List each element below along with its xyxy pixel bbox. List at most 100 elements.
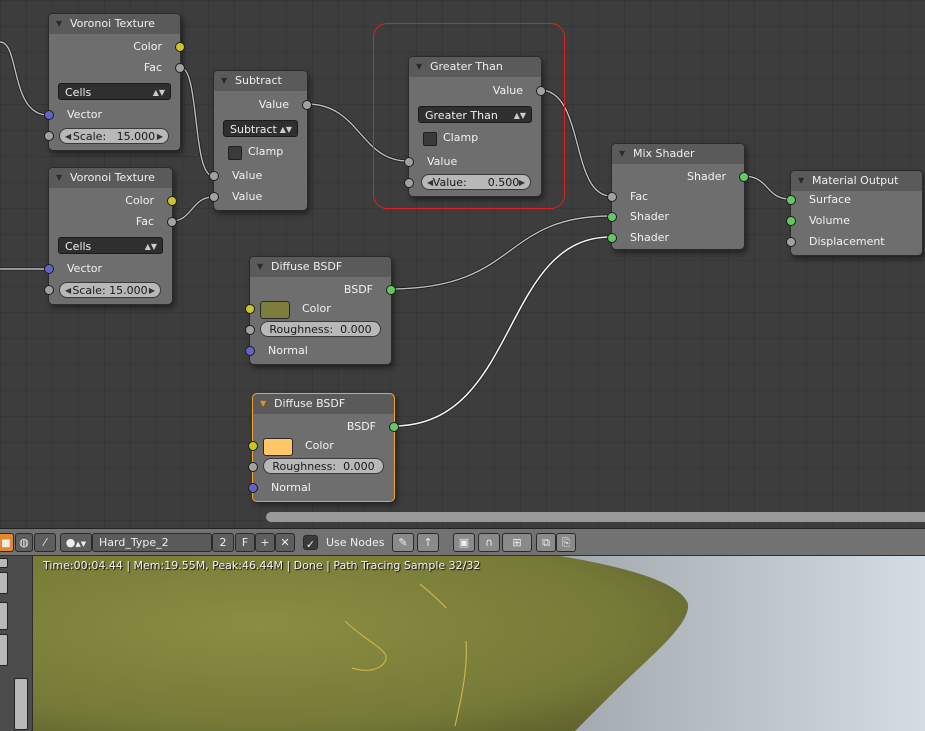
socket-color-output[interactable]	[175, 42, 185, 52]
increment-arrow-icon[interactable]: ▶	[157, 129, 163, 145]
socket-fac-input[interactable]	[607, 192, 617, 202]
dropdown-value: Subtract	[230, 123, 277, 136]
node-voronoi-texture-2[interactable]: ▼ Voronoi Texture Color Fac Cells ▲▼ Vecto…	[44, 167, 177, 305]
snap-button[interactable]: ⊞	[502, 533, 532, 552]
roughness-field[interactable]: Roughness: 0.000	[263, 458, 384, 474]
node-header[interactable]: ▼ Material Output	[791, 171, 922, 191]
socket-volume-input[interactable]	[786, 216, 796, 226]
user-count-button[interactable]: 2	[212, 533, 234, 552]
node-editor[interactable]: ▼ Voronoi Texture Color Fac Cells ▲▼ Vecto…	[0, 0, 925, 528]
collapse-triangle-icon[interactable]: ▼	[257, 257, 263, 277]
node-title: Mix Shader	[633, 147, 695, 160]
use-nodes-checkbox[interactable]: ✓	[303, 535, 318, 551]
socket-shader-output[interactable]	[739, 172, 749, 182]
node-mix-shader[interactable]: ▼ Mix Shader Shader Fac Shader Shader	[607, 143, 749, 250]
new-material-button[interactable]: +	[255, 533, 275, 552]
horizontal-scrollbar[interactable]	[266, 512, 925, 522]
socket-color-input[interactable]	[248, 441, 258, 451]
socket-label-value: Value	[232, 190, 263, 203]
socket-fac-output[interactable]	[175, 63, 185, 73]
collapse-triangle-icon[interactable]: ▼	[56, 168, 62, 188]
socket-vector-input[interactable]	[44, 264, 54, 274]
material-name-field[interactable]: Hard_Type_2	[92, 533, 212, 552]
node-voronoi-texture-1[interactable]: ▼ Voronoi Texture Color Fac Cells ▲▼ Vecto…	[44, 13, 185, 151]
roughness-field[interactable]: Roughness: 0.000	[260, 321, 381, 337]
node-diffuse-bsdf-2[interactable]: ▼ Diffuse BSDF BSDF Color Roughness: 0.00…	[248, 393, 399, 502]
collapse-triangle-icon[interactable]: ▼	[619, 144, 625, 164]
world-shader-button[interactable]: ◍	[15, 533, 33, 552]
socket-shader-input-1[interactable]	[607, 212, 617, 222]
increment-arrow-icon[interactable]: ▶	[149, 283, 155, 299]
socket-bsdf-output[interactable]	[386, 285, 396, 295]
socket-label-shader: Shader	[687, 170, 726, 183]
clamp-checkbox[interactable]	[228, 146, 242, 160]
socket-vector-input[interactable]	[44, 110, 54, 120]
socket-shader-input-2[interactable]	[607, 233, 617, 243]
go-parent-button[interactable]: ↑	[417, 533, 439, 552]
decrement-arrow-icon[interactable]: ◀	[65, 283, 71, 299]
node-subtract[interactable]: ▼ Subtract Value Subtract ▲▼ Clamp Value V…	[209, 70, 312, 211]
socket-bsdf-output[interactable]	[389, 422, 399, 432]
scale-field[interactable]: ◀ Scale: 15.000 ▶	[59, 128, 169, 144]
socket-value-input-2[interactable]	[209, 192, 219, 202]
socket-roughness-input[interactable]	[245, 325, 255, 335]
pin-button[interactable]: ✎	[392, 533, 414, 552]
node-header[interactable]: ▼ Diffuse BSDF	[250, 257, 391, 277]
collapse-triangle-icon[interactable]: ▼	[56, 14, 62, 34]
socket-label-value: Value	[232, 169, 263, 182]
node-title: Voronoi Texture	[70, 171, 155, 184]
color-swatch[interactable]	[263, 438, 293, 456]
coloring-dropdown[interactable]: Cells ▲▼	[58, 83, 171, 100]
fake-user-button[interactable]: F	[235, 533, 255, 552]
material-browse-button[interactable]: ●▲▼	[60, 533, 92, 552]
auto-offset-button[interactable]: ∩	[478, 533, 500, 552]
node-header[interactable]: ▼ Mix Shader	[612, 144, 744, 164]
socket-color-output[interactable]	[167, 196, 177, 206]
socket-roughness-input[interactable]	[248, 462, 258, 472]
tool-tab-4[interactable]	[0, 634, 8, 666]
socket-fac-output[interactable]	[167, 217, 177, 227]
decrement-arrow-icon[interactable]: ◀	[65, 129, 71, 145]
socket-label-color: Color	[302, 302, 331, 315]
tool-tab-3[interactable]	[0, 602, 8, 630]
node-material-output[interactable]: ▼ Material Output Surface Volume Displace…	[786, 170, 923, 256]
socket-value-input-1[interactable]	[209, 171, 219, 181]
collapse-triangle-icon[interactable]: ▼	[798, 171, 804, 191]
collapse-triangle-icon[interactable]: ▼	[221, 71, 227, 91]
scale-field[interactable]: ◀ Scale: 15.000 ▶	[59, 282, 161, 298]
coloring-dropdown[interactable]: Cells ▲▼	[58, 237, 163, 254]
socket-displacement-input[interactable]	[786, 237, 796, 247]
object-shader-button[interactable]: ■	[0, 533, 14, 552]
unlink-material-button[interactable]: ✕	[275, 533, 295, 552]
paste-nodes-button[interactable]: ⎘	[556, 533, 576, 552]
socket-color-input[interactable]	[245, 304, 255, 314]
node-editor-header: ■ ◍ ⁄ ●▲▼ Hard_Type_2 2 F + ✕ ✓ Use Node…	[0, 528, 925, 556]
tool-tab-5[interactable]	[14, 678, 28, 730]
texture-button[interactable]: ⁄	[34, 533, 56, 552]
socket-value-output[interactable]	[302, 100, 312, 110]
collapse-triangle-icon[interactable]: ▼	[260, 394, 266, 414]
socket-label-shader: Shader	[630, 210, 669, 223]
node-header[interactable]: ▼ Voronoi Texture	[49, 168, 172, 188]
close-icon: ✕	[280, 536, 290, 549]
node-header[interactable]: ▼ Subtract	[214, 71, 307, 91]
socket-normal-input[interactable]	[245, 346, 255, 356]
socket-label-value: Value	[258, 98, 289, 111]
socket-surface-input[interactable]	[786, 195, 796, 205]
roughness-field-value: 0.000	[340, 323, 372, 336]
node-header[interactable]: ▼ Diffuse BSDF	[253, 394, 394, 414]
copy-nodes-button[interactable]: ⧉	[536, 533, 556, 552]
backdrop-button[interactable]: ▣	[453, 533, 475, 552]
tool-tab-1[interactable]	[0, 558, 8, 568]
socket-scale-input[interactable]	[44, 285, 54, 295]
tool-tab-2[interactable]	[0, 572, 8, 594]
color-swatch[interactable]	[260, 301, 290, 319]
socket-normal-input[interactable]	[248, 483, 258, 493]
socket-label-bsdf: BSDF	[346, 420, 376, 433]
user-count: 2	[219, 536, 227, 549]
node-diffuse-bsdf-1[interactable]: ▼ Diffuse BSDF BSDF Color Roughness: 0.00…	[245, 256, 396, 365]
render-viewport[interactable]	[0, 556, 925, 731]
operation-dropdown[interactable]: Subtract ▲▼	[223, 120, 298, 137]
node-header[interactable]: ▼ Voronoi Texture	[49, 14, 180, 34]
socket-scale-input[interactable]	[44, 131, 54, 141]
